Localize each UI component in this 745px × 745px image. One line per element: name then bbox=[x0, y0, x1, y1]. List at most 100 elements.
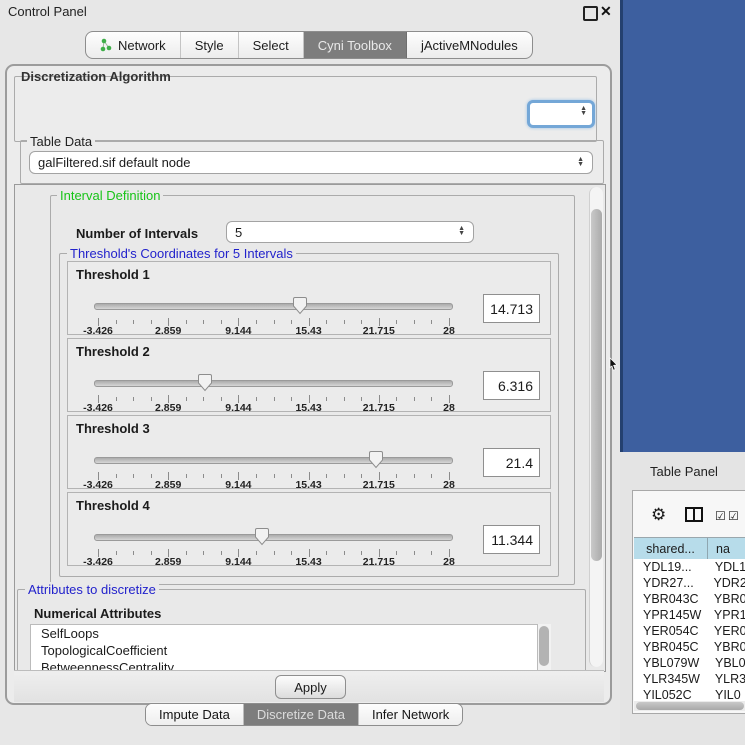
slider-thumb-icon[interactable] bbox=[293, 296, 308, 315]
discretization-algorithm-title: Discretization Algorithm bbox=[21, 69, 171, 84]
close-icon[interactable]: ✕ bbox=[600, 3, 612, 20]
tab-impute-data[interactable]: Impute Data bbox=[146, 704, 244, 725]
discretize-content-panel: Interval Definition Number of Intervals … bbox=[14, 184, 606, 672]
threshold-label: Threshold 1 bbox=[76, 267, 150, 282]
threshold-row-4: Threshold 4 -3.4262.8599.14415.4321.7152… bbox=[67, 492, 551, 566]
tab-label: Select bbox=[253, 38, 289, 53]
threshold-row-2: Threshold 2 -3.4262.8599.14415.4321.7152… bbox=[67, 338, 551, 412]
tab-discretize-data[interactable]: Discretize Data bbox=[244, 704, 359, 725]
combo-arrows-icon: ▲▼ bbox=[577, 157, 584, 167]
table-row[interactable]: YLR345WYLR3 bbox=[634, 671, 745, 687]
attribute-item[interactable]: SelfLoops bbox=[31, 625, 537, 642]
slider-scale-labels: -3.4262.8599.14415.4321.71528 bbox=[98, 556, 449, 568]
tab-infer-network[interactable]: Infer Network bbox=[359, 704, 462, 725]
cyni-toolbox-panel: Discretization Algorithm ▲▼ Table Data g… bbox=[5, 64, 612, 705]
slider-scale-labels: -3.4262.8599.14415.4321.71528 bbox=[98, 479, 449, 491]
threshold-slider[interactable] bbox=[94, 452, 451, 472]
columns-icon[interactable] bbox=[685, 507, 703, 522]
control-panel-title: Control Panel bbox=[8, 4, 87, 19]
control-panel-window: Control Panel ✕ Network Style Select Cyn… bbox=[0, 0, 618, 745]
threshold-value-field[interactable]: 6.316 bbox=[483, 371, 540, 400]
number-of-intervals-value: 5 bbox=[235, 225, 242, 240]
slider-thumb-icon[interactable] bbox=[369, 450, 384, 469]
column-header-name[interactable]: na bbox=[708, 538, 745, 559]
combo-arrows-icon: ▲▼ bbox=[580, 106, 587, 116]
interval-definition-group: Number of Intervals 5 ▲▼ Threshold's Coo… bbox=[50, 195, 575, 585]
numerical-attributes-label: Numerical Attributes bbox=[34, 606, 161, 621]
numerical-attributes-list[interactable]: SelfLoopsTopologicalCoefficientBetweenne… bbox=[30, 624, 538, 676]
table-data-value: galFiltered.sif default node bbox=[38, 155, 190, 170]
control-panel-titlebar: Control Panel ✕ bbox=[0, 0, 618, 24]
attributes-group-title: Attributes to discretize bbox=[25, 582, 159, 597]
table-row[interactable]: YDL19...YDL1 bbox=[634, 559, 745, 575]
threshold-row-1: Threshold 1 -3.4262.8599.14415.4321.7152… bbox=[67, 261, 551, 335]
threshold-label: Threshold 4 bbox=[76, 498, 150, 513]
threshold-label: Threshold 2 bbox=[76, 344, 150, 359]
table-panel-title: Table Panel bbox=[650, 464, 718, 479]
gear-icon[interactable]: ⚙ bbox=[651, 505, 666, 525]
attributes-scrollbar[interactable] bbox=[538, 624, 551, 674]
slider-thumb-icon[interactable] bbox=[197, 373, 212, 392]
checkbox-icon[interactable]: ☑ bbox=[715, 509, 726, 523]
slider-thumb-icon[interactable] bbox=[254, 527, 269, 546]
network-icon bbox=[100, 38, 112, 52]
checkbox-icon[interactable]: ☑ bbox=[728, 509, 739, 523]
number-of-intervals-combobox[interactable]: 5 ▲▼ bbox=[226, 221, 474, 243]
threshold-value-field[interactable]: 11.344 bbox=[483, 525, 540, 554]
threshold-slider[interactable] bbox=[94, 375, 451, 395]
float-window-icon[interactable] bbox=[583, 6, 598, 21]
table-data-group: galFiltered.sif default node ▲▼ bbox=[20, 140, 604, 184]
tab-jactivemnodules[interactable]: jActiveMNodules bbox=[407, 32, 532, 58]
column-header-shared-name[interactable]: shared... bbox=[634, 538, 708, 559]
slider-track[interactable] bbox=[94, 380, 453, 387]
node-table-body[interactable]: YDL19...YDL1YDR27...YDR2YBR043CYBR0YPR14… bbox=[634, 559, 745, 701]
table-row[interactable]: YIL052CYIL0 bbox=[634, 687, 745, 701]
slider-track[interactable] bbox=[94, 457, 453, 464]
table-data-combobox[interactable]: galFiltered.sif default node ▲▼ bbox=[29, 151, 593, 174]
threshold-value-field[interactable]: 21.4 bbox=[483, 448, 540, 477]
apply-button-label: Apply bbox=[294, 680, 327, 695]
threshold-slider[interactable] bbox=[94, 529, 451, 549]
slider-track[interactable] bbox=[94, 534, 453, 541]
table-horizontal-scrollbar[interactable] bbox=[634, 701, 745, 711]
table-header-row: shared... na bbox=[634, 537, 745, 560]
tab-select[interactable]: Select bbox=[239, 32, 304, 58]
tab-label: Discretize Data bbox=[257, 707, 345, 722]
interval-definition-title: Interval Definition bbox=[57, 188, 163, 203]
threshold-value-field[interactable]: 14.713 bbox=[483, 294, 540, 323]
tab-label: Network bbox=[118, 38, 166, 53]
table-row[interactable]: YBR043CYBR0 bbox=[634, 591, 745, 607]
table-row[interactable]: YBL079WYBL0 bbox=[634, 655, 745, 671]
mouse-cursor-icon bbox=[609, 357, 619, 371]
network-desktop-area: GAL80GACGAL11GAL4GCY1HHAP2 bbox=[620, 0, 745, 452]
table-row[interactable]: YPR145WYPR1 bbox=[634, 607, 745, 623]
table-row[interactable]: YER054CYER0 bbox=[634, 623, 745, 639]
cyni-bottom-tabbar: Impute Data Discretize Data Infer Networ… bbox=[145, 703, 463, 726]
tab-network[interactable]: Network bbox=[86, 32, 181, 58]
algorithm-combobox[interactable]: ▲▼ bbox=[527, 100, 595, 128]
table-row[interactable]: YDR27...YDR2 bbox=[634, 575, 745, 591]
apply-row: Apply bbox=[14, 670, 604, 702]
content-scrollbar[interactable] bbox=[589, 187, 603, 667]
node-table: ⚙ ☑ ☑ shared... na YDL19...YDL1YDR27...Y… bbox=[632, 490, 745, 714]
slider-track[interactable] bbox=[94, 303, 453, 310]
threshold-row-3: Threshold 3 -3.4262.8599.14415.4321.7152… bbox=[67, 415, 551, 489]
tab-label: Style bbox=[195, 38, 224, 53]
thresholds-group-title: Threshold's Coordinates for 5 Intervals bbox=[67, 246, 296, 261]
slider-scale-labels: -3.4262.8599.14415.4321.71528 bbox=[98, 325, 449, 337]
apply-button[interactable]: Apply bbox=[275, 675, 346, 699]
threshold-label: Threshold 3 bbox=[76, 421, 150, 436]
attribute-item[interactable]: TopologicalCoefficient bbox=[31, 642, 537, 659]
discretization-algorithm-group bbox=[14, 76, 597, 142]
thresholds-group: Threshold 1 -3.4262.8599.14415.4321.7152… bbox=[59, 253, 559, 577]
table-row[interactable]: YBR045CYBR0 bbox=[634, 639, 745, 655]
attributes-group: Numerical Attributes SelfLoopsTopologica… bbox=[17, 589, 586, 682]
combo-arrows-icon: ▲▼ bbox=[458, 226, 465, 236]
tab-label: Infer Network bbox=[372, 707, 449, 722]
tab-label: Impute Data bbox=[159, 707, 230, 722]
number-of-intervals-label: Number of Intervals bbox=[76, 226, 198, 241]
tab-style[interactable]: Style bbox=[181, 32, 239, 58]
tab-cyni-toolbox[interactable]: Cyni Toolbox bbox=[304, 32, 407, 58]
table-data-title: Table Data bbox=[27, 134, 95, 149]
threshold-slider[interactable] bbox=[94, 298, 451, 318]
